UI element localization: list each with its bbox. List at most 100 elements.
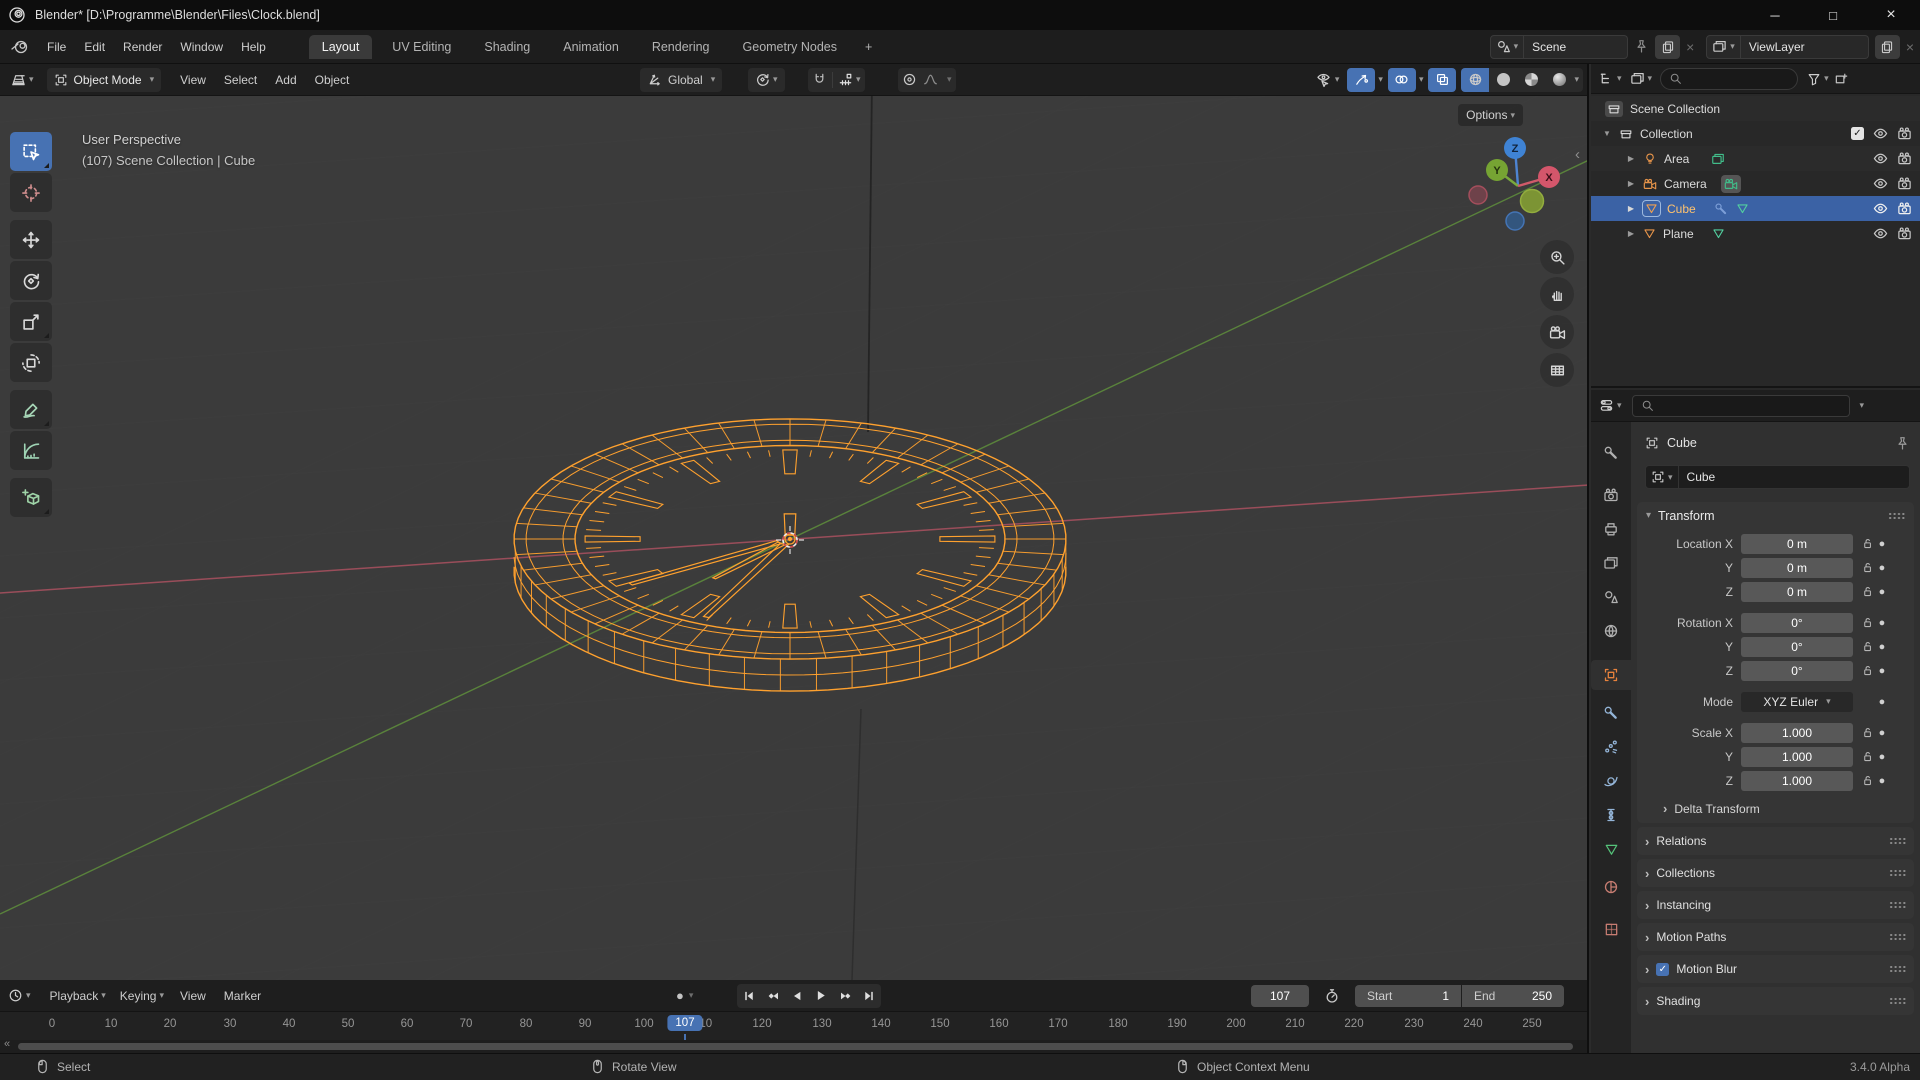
panel-drag-grip[interactable] — [1889, 837, 1906, 845]
proportional-falloff-icon[interactable] — [923, 72, 938, 87]
tab-object-data[interactable] — [1591, 834, 1631, 864]
tool-add-cube[interactable] — [10, 478, 52, 517]
tab-view-layer[interactable] — [1591, 548, 1631, 578]
render-visibility-icon[interactable] — [1897, 226, 1912, 241]
snap-to-icon[interactable] — [838, 72, 853, 87]
playback-menu[interactable]: Playback ▾ — [43, 984, 113, 1008]
animate-dot[interactable]: ● — [1875, 751, 1889, 763]
remove-viewlayer-icon[interactable]: × — [1906, 39, 1914, 55]
lock-icon[interactable] — [1859, 616, 1875, 629]
tool-select-box[interactable] — [10, 132, 52, 171]
menu-file[interactable]: File — [38, 36, 75, 58]
scene-name-field[interactable]: Scene — [1524, 34, 1629, 59]
overlays-dropdown-chevron[interactable]: ▾ — [1419, 74, 1424, 85]
hide-eye-icon[interactable] — [1873, 176, 1888, 191]
new-viewlayer-button[interactable] — [1874, 34, 1900, 59]
blender-menu-icon[interactable] — [10, 39, 30, 55]
viewport-menu-object[interactable]: Object — [306, 69, 359, 91]
lock-icon[interactable] — [1859, 750, 1875, 763]
outliner-row-cube[interactable]: ▶ Cube — [1591, 196, 1920, 221]
expand-arrow-icon[interactable]: ▶ — [1625, 179, 1637, 188]
object-name-input[interactable]: Cube — [1678, 465, 1910, 489]
mode-dropdown[interactable]: Object Mode ▾ — [46, 67, 162, 92]
animate-dot[interactable]: ● — [1875, 562, 1889, 574]
location-x-field[interactable]: 0 m — [1741, 533, 1853, 554]
pin-id-icon[interactable] — [1895, 436, 1910, 451]
collections-panel[interactable]: › Collections — [1637, 859, 1914, 887]
animate-dot[interactable]: ● — [1875, 538, 1889, 550]
panel-drag-grip[interactable] — [1889, 933, 1906, 941]
panel-drag-grip[interactable] — [1889, 869, 1906, 877]
animate-dot[interactable]: ● — [1875, 641, 1889, 653]
object-id-browse-button[interactable]: ▾ — [1645, 465, 1679, 489]
transform-orientation-dropdown[interactable]: Global ▾ — [640, 67, 723, 92]
tab-geometry-nodes[interactable]: Geometry Nodes — [730, 35, 850, 59]
menu-render[interactable]: Render — [114, 36, 171, 58]
viewport-menu-add[interactable]: Add — [266, 69, 305, 91]
camera-view-button[interactable] — [1540, 315, 1574, 349]
outliner-row-area[interactable]: ▶ Area — [1591, 146, 1920, 171]
panel-drag-grip[interactable] — [1889, 965, 1906, 973]
sidebar-collapse-icon[interactable]: ‹ — [1575, 146, 1580, 163]
frame-start-field[interactable]: Start 1 — [1355, 984, 1461, 1007]
animate-dot[interactable]: ● — [1875, 727, 1889, 739]
scale-y-field[interactable]: 1.000 — [1741, 746, 1853, 767]
current-frame-badge[interactable]: 107 — [667, 1015, 703, 1031]
instancing-panel[interactable]: › Instancing — [1637, 891, 1914, 919]
proportional-editing-icon[interactable] — [902, 72, 917, 87]
tool-rotate[interactable] — [10, 261, 52, 300]
tool-measure[interactable] — [10, 431, 52, 470]
motion-paths-panel[interactable]: › Motion Paths — [1637, 923, 1914, 951]
tab-uv-editing[interactable]: UV Editing — [379, 35, 464, 59]
snap-magnet-icon[interactable] — [812, 72, 827, 87]
tab-texture[interactable] — [1591, 914, 1631, 944]
timeline-ruler[interactable]: 0 10 20 30 40 50 60 70 80 90 100 110 120… — [0, 1012, 1587, 1040]
viewport-canvas[interactable] — [0, 64, 1589, 980]
outliner-row-collection[interactable]: ▼ Collection ✓ — [1591, 121, 1920, 146]
tab-render[interactable] — [1591, 480, 1631, 510]
tab-object[interactable] — [1591, 660, 1631, 690]
use-preview-range-button[interactable] — [1317, 985, 1347, 1007]
scene-browse-button[interactable]: ▾ — [1489, 34, 1525, 59]
perspective-toggle-button[interactable] — [1540, 353, 1574, 387]
scrollbar-thumb[interactable] — [18, 1043, 1573, 1050]
frame-end-field[interactable]: End 250 — [1462, 984, 1564, 1007]
render-visibility-icon[interactable] — [1897, 201, 1912, 216]
tab-output[interactable] — [1591, 514, 1631, 544]
jump-to-start-button[interactable] — [737, 984, 761, 1008]
rotation-y-field[interactable]: 0° — [1741, 636, 1853, 657]
object-visibility-dropdown[interactable]: ▾ — [1313, 68, 1343, 92]
tab-animation[interactable]: Animation — [550, 35, 632, 59]
outliner-row-scene-collection[interactable]: Scene Collection — [1591, 96, 1920, 121]
pivot-point-dropdown[interactable]: ▾ — [748, 67, 785, 92]
lock-icon[interactable] — [1859, 640, 1875, 653]
lock-icon[interactable] — [1859, 664, 1875, 677]
hide-eye-icon[interactable] — [1873, 226, 1888, 241]
snap-dropdown-chevron[interactable]: ▾ — [856, 74, 861, 85]
lock-icon[interactable] — [1859, 537, 1875, 550]
outliner-editor-type-button[interactable]: ▾ — [1595, 67, 1626, 91]
timeline-view-menu[interactable]: View — [171, 985, 215, 1007]
play-button[interactable] — [809, 984, 833, 1008]
expand-region-icon[interactable]: « — [4, 1038, 10, 1050]
keying-menu[interactable]: Keying ▾ — [113, 984, 171, 1008]
animate-dot[interactable]: ● — [1875, 586, 1889, 598]
new-scene-button[interactable] — [1655, 34, 1681, 59]
prev-keyframe-button[interactable] — [761, 984, 785, 1008]
shading-rendered-button[interactable] — [1545, 68, 1573, 92]
rotation-x-field[interactable]: 0° — [1741, 612, 1853, 633]
lock-icon[interactable] — [1859, 561, 1875, 574]
render-visibility-icon[interactable] — [1897, 126, 1912, 141]
hide-eye-icon[interactable] — [1873, 126, 1888, 141]
gizmo-dropdown-chevron[interactable]: ▾ — [1378, 74, 1383, 85]
tab-particles[interactable] — [1591, 732, 1631, 762]
outliner-search-input[interactable] — [1660, 67, 1799, 90]
properties-search-input[interactable] — [1631, 394, 1850, 417]
collection-checkbox[interactable]: ✓ — [1851, 127, 1864, 140]
panel-drag-grip[interactable] — [1889, 997, 1906, 1005]
motion-blur-panel[interactable]: › ✓ Motion Blur — [1637, 955, 1914, 983]
pan-view-button[interactable] — [1540, 277, 1574, 311]
menu-window[interactable]: Window — [171, 36, 232, 58]
shading-panel[interactable]: › Shading — [1637, 987, 1914, 1015]
minimize-button[interactable]: ─ — [1746, 0, 1804, 30]
